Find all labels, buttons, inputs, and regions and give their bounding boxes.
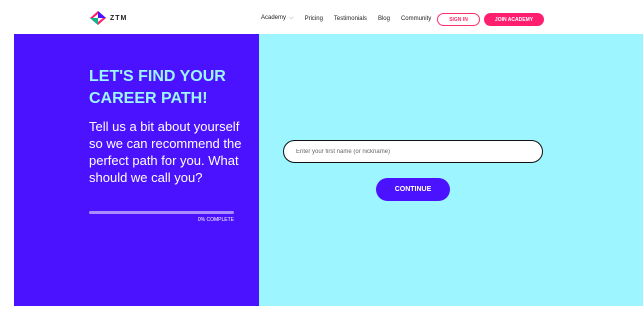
join-academy-button[interactable]: JOIN ACADEMY [484, 13, 544, 26]
form-panel: CONTINUE [259, 34, 643, 306]
brand-name: ZTM [110, 14, 128, 22]
nav-testimonials[interactable]: Testimonials [334, 16, 367, 22]
ztm-logo[interactable]: ZTM [89, 10, 127, 26]
page-title: LET'S FIND YOUR CAREER PATH! [89, 68, 226, 107]
ztm-logo-icon [90, 11, 106, 25]
chevron-down-icon: ⌵ [289, 15, 294, 21]
intro-panel: LET'S FIND YOUR CAREER PATH! Tell us a b… [14, 34, 259, 306]
sign-in-button[interactable]: SIGN IN [437, 13, 480, 26]
nav-academy-label: Academy [261, 15, 287, 21]
nav-links: Academy ⌵ Pricing Testimonials Blog Commu… [261, 15, 442, 22]
top-nav: ZTM Academy ⌵ Pricing Testimonials Blog C… [0, 0, 643, 34]
nav-blog[interactable]: Blog [378, 16, 390, 22]
progress-label: 0% COMPLETE [197, 217, 234, 223]
intro-text: Tell us a bit about yourself so we can r… [89, 119, 242, 185]
nav-academy[interactable]: Academy ⌵ [261, 15, 294, 22]
continue-button[interactable]: CONTINUE [376, 178, 450, 201]
nav-pricing[interactable]: Pricing [305, 16, 323, 22]
first-name-input[interactable] [283, 140, 543, 163]
nav-community[interactable]: Community [401, 16, 431, 22]
progress-bar [89, 211, 234, 214]
